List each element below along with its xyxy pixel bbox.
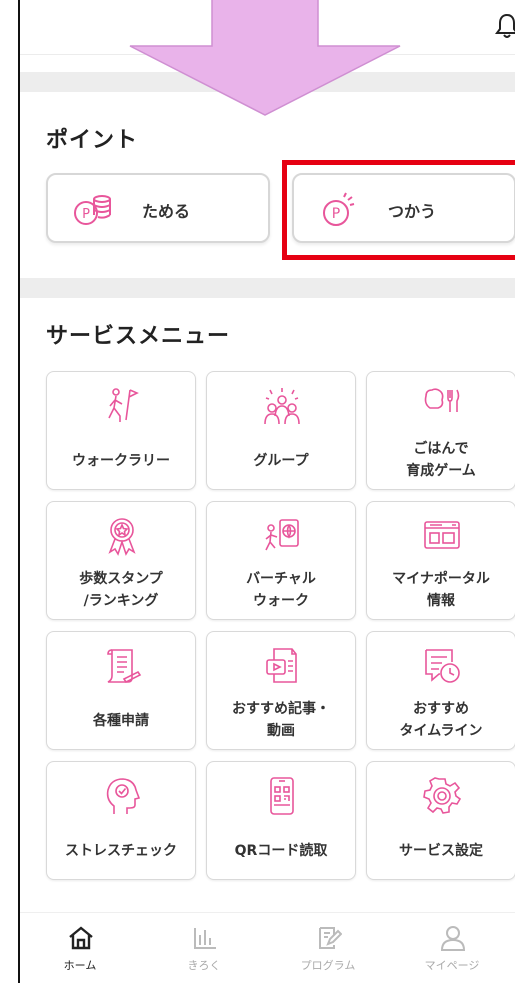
menu-tile-settings[interactable]: サービス設定 [366, 761, 515, 880]
menu-tile-ranking[interactable]: 歩数スタンプ /ランキング [46, 501, 196, 620]
tab-program[interactable]: プログラム [268, 913, 388, 983]
user-icon [440, 926, 466, 951]
menu-tile-group[interactable]: グループ [206, 371, 356, 490]
menu-tile-label: バーチャル ウォーク [246, 571, 316, 609]
menu-tile-application[interactable]: 各種申請 [46, 631, 196, 750]
coin-stack-icon: P [74, 195, 111, 225]
tab-home[interactable]: ホーム [20, 913, 140, 983]
home-icon [69, 926, 93, 950]
menu-tile-timeline[interactable]: おすすめ タイムライン [366, 631, 515, 750]
tab-mypage[interactable]: マイページ [392, 913, 512, 983]
menu-tile-meal-game[interactable]: ごはんで 育成ゲーム [366, 371, 515, 490]
menu-tile-mynaportal[interactable]: マイナポータル 情報 [366, 501, 515, 620]
timeline-icon [425, 649, 460, 683]
menu-tile-label: ごはんで 育成ゲーム [406, 441, 476, 479]
document-icon [107, 649, 142, 684]
mynaportal-icon [424, 521, 460, 549]
tab-label: きろく [187, 959, 221, 972]
program-icon [319, 927, 342, 949]
highlight-box [282, 160, 515, 260]
tab-label: マイページ [424, 959, 480, 972]
tab-label: ホーム [63, 959, 97, 972]
service-section-title: サービスメニュー [46, 324, 231, 349]
menu-tile-qr-reader[interactable]: QRコード読取 [206, 761, 356, 880]
walk-rally-icon [108, 388, 139, 422]
menu-tile-articles[interactable]: おすすめ記事・ 動画 [206, 631, 356, 750]
menu-tile-label: サービス設定 [399, 843, 483, 859]
menu-tile-label: QRコード読取 [234, 843, 328, 859]
svg-text:P: P [82, 207, 90, 222]
virtual-walk-icon [265, 519, 299, 551]
bell-icon[interactable] [495, 12, 515, 40]
group-icon [264, 388, 300, 425]
point-earn-label: ためる [142, 202, 191, 221]
menu-tile-stress-check[interactable]: ストレスチェック [46, 761, 196, 880]
menu-tile-label: おすすめ タイムライン [399, 701, 483, 739]
menu-tile-label: おすすめ記事・ 動画 [232, 701, 330, 739]
point-earn-button[interactable]: P ためる [46, 173, 270, 243]
point-section-title: ポイント [46, 128, 139, 153]
tab-label: プログラム [300, 959, 356, 972]
section-divider [20, 278, 515, 298]
menu-tile-label: マイナポータル 情報 [392, 571, 490, 609]
menu-tile-label: 歩数スタンプ /ランキング [79, 571, 163, 609]
meal-game-icon [424, 388, 460, 412]
settings-gear-icon [423, 777, 462, 814]
qr-reader-icon [270, 777, 294, 815]
stress-check-icon [106, 778, 141, 814]
ranking-medal-icon [108, 518, 136, 556]
menu-tile-walk-rally[interactable]: ウォークラリー [46, 371, 196, 490]
menu-tile-label: 各種申請 [93, 713, 149, 729]
bottom-tab-bar: ホーム きろく プログラム マイページ [20, 912, 515, 983]
menu-tile-label: グループ [253, 453, 309, 469]
tab-record[interactable]: きろく [144, 913, 264, 983]
menu-tile-label: ウォークラリー [72, 453, 170, 469]
app-screen: ポイント P ためる P つかう サービスメニュー ウォークラリー グループ ご… [18, 0, 515, 983]
menu-tile-virtual-walk[interactable]: バーチャル ウォーク [206, 501, 356, 620]
chart-icon [194, 928, 216, 949]
down-arrow-overlay [129, 0, 401, 116]
menu-tile-label: ストレスチェック [65, 843, 177, 859]
article-video-icon [266, 648, 297, 683]
